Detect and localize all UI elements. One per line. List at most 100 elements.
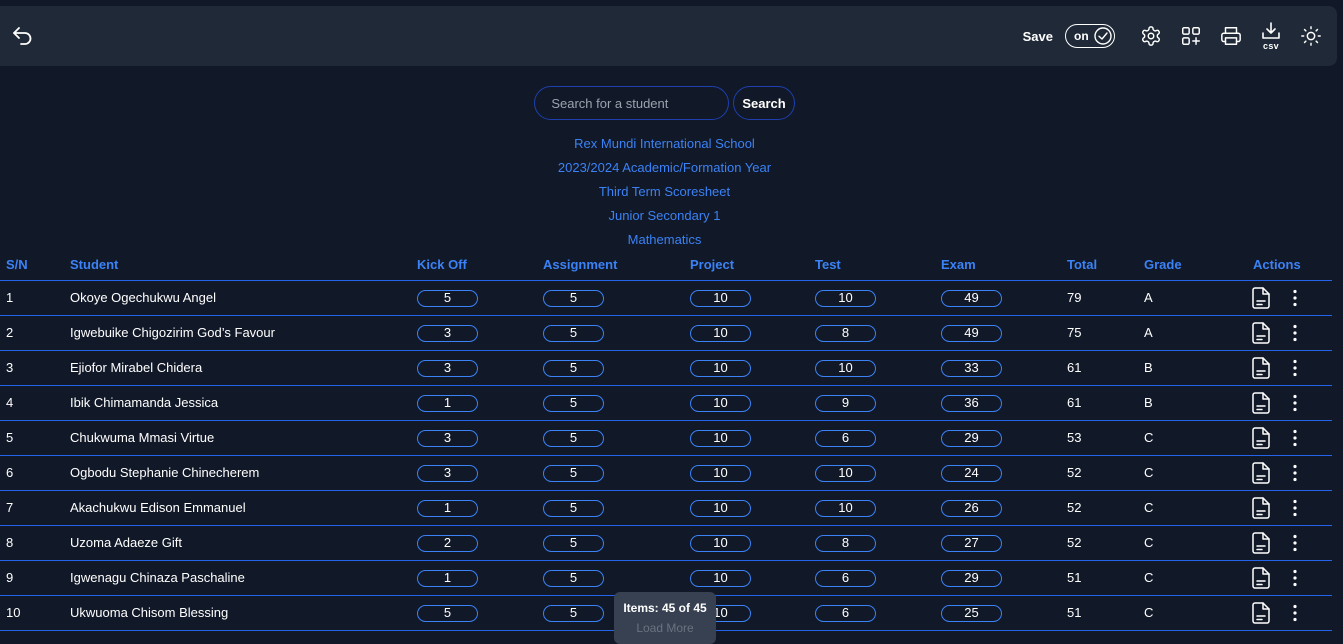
more-vertical-icon[interactable] [1283,601,1307,625]
kick-off-input[interactable]: 1 [417,570,478,587]
sun-icon[interactable] [1299,24,1323,48]
assignment-input[interactable]: 5 [543,290,604,307]
more-vertical-icon[interactable] [1283,461,1307,485]
header-total[interactable]: Total [1067,257,1097,272]
kick-off-input[interactable]: 3 [417,360,478,377]
assignment-input[interactable]: 5 [543,395,604,412]
test-input[interactable]: 6 [815,430,876,447]
kick-off-input[interactable]: 5 [417,290,478,307]
document-icon[interactable] [1249,496,1273,520]
back-icon[interactable] [10,24,34,48]
serial-number: 5 [6,430,14,445]
header-student[interactable]: Student [70,257,118,272]
csv-label: csv [1263,40,1279,51]
project-input[interactable]: 10 [690,395,751,412]
kick-off-input[interactable]: 2 [417,535,478,552]
search-button[interactable]: Search [733,86,795,120]
kick-off-input[interactable]: 1 [417,395,478,412]
scoresheet-table: S/N Student Kick Off Assignment Project … [0,252,1332,631]
more-vertical-icon[interactable] [1283,566,1307,590]
assignment-input[interactable]: 5 [543,535,604,552]
document-icon[interactable] [1249,601,1273,625]
test-input[interactable]: 10 [815,360,876,377]
assignment-input[interactable]: 5 [543,430,604,447]
test-input[interactable]: 6 [815,570,876,587]
header-assignment[interactable]: Assignment [543,257,617,272]
assignment-input[interactable]: 5 [543,500,604,517]
more-vertical-icon[interactable] [1283,426,1307,450]
document-icon[interactable] [1249,356,1273,380]
table-row: 3 Ejiofor Mirabel Chidera 3 5 10 10 33 61 B [0,351,1332,386]
document-icon[interactable] [1249,461,1273,485]
assignment-input[interactable]: 5 [543,605,604,622]
kick-off-input[interactable]: 5 [417,605,478,622]
document-icon[interactable] [1249,286,1273,310]
document-icon[interactable] [1249,531,1273,555]
exam-input[interactable]: 36 [941,395,1002,412]
grid-plus-icon[interactable] [1179,24,1203,48]
document-icon[interactable] [1249,391,1273,415]
test-input[interactable]: 10 [815,465,876,482]
more-vertical-icon[interactable] [1283,286,1307,310]
exam-input[interactable]: 49 [941,290,1002,307]
header-kick-off[interactable]: Kick Off [417,257,467,272]
header-project[interactable]: Project [690,257,734,272]
kick-off-input[interactable]: 1 [417,500,478,517]
exam-input[interactable]: 25 [941,605,1002,622]
assignment-input[interactable]: 5 [543,465,604,482]
test-input[interactable]: 10 [815,500,876,517]
header-test[interactable]: Test [815,257,841,272]
download-icon [1262,21,1280,39]
project-input[interactable]: 10 [690,325,751,342]
gear-icon[interactable] [1139,24,1163,48]
header-sn[interactable]: S/N [6,257,28,272]
header-exam[interactable]: Exam [941,257,976,272]
more-vertical-icon[interactable] [1283,391,1307,415]
assignment-input[interactable]: 5 [543,570,604,587]
exam-input[interactable]: 24 [941,465,1002,482]
test-input[interactable]: 10 [815,290,876,307]
table-row: 2 Igwebuike Chigozirim God’s Favour 3 5 10 8 4… [0,316,1332,351]
document-icon[interactable] [1249,566,1273,590]
project-input[interactable]: 10 [690,290,751,307]
exam-input[interactable]: 29 [941,570,1002,587]
exam-input[interactable]: 33 [941,360,1002,377]
assignment-input[interactable]: 5 [543,360,604,377]
total-score: 52 [1067,535,1082,550]
printer-icon[interactable] [1219,24,1243,48]
project-input[interactable]: 10 [690,360,751,377]
more-vertical-icon[interactable] [1283,321,1307,345]
project-input[interactable]: 10 [690,500,751,517]
serial-number: 10 [6,605,21,620]
assignment-input[interactable]: 5 [543,325,604,342]
student-name: Igwenagu Chinaza Paschaline [70,570,245,585]
test-input[interactable]: 8 [815,535,876,552]
download-csv-button[interactable]: csv [1259,16,1283,56]
document-icon[interactable] [1249,321,1273,345]
exam-input[interactable]: 49 [941,325,1002,342]
autosave-toggle[interactable]: on [1065,24,1115,48]
test-input[interactable]: 9 [815,395,876,412]
kick-off-input[interactable]: 3 [417,325,478,342]
test-input[interactable]: 6 [815,605,876,622]
kick-off-input[interactable]: 3 [417,430,478,447]
document-icon[interactable] [1249,426,1273,450]
more-vertical-icon[interactable] [1283,356,1307,380]
exam-input[interactable]: 27 [941,535,1002,552]
test-input[interactable]: 8 [815,325,876,342]
project-input[interactable]: 10 [690,535,751,552]
pagination-panel: Items: 45 of 45 Load More [614,592,716,644]
search-input[interactable] [534,86,730,120]
student-name: Akachukwu Edison Emmanuel [70,500,246,515]
more-vertical-icon[interactable] [1283,496,1307,520]
project-input[interactable]: 10 [690,430,751,447]
load-more-button[interactable]: Load More [614,621,716,635]
kick-off-input[interactable]: 3 [417,465,478,482]
project-input[interactable]: 10 [690,465,751,482]
term-title: Third Term Scoresheet [598,184,731,199]
exam-input[interactable]: 29 [941,430,1002,447]
project-input[interactable]: 10 [690,570,751,587]
exam-input[interactable]: 26 [941,500,1002,517]
more-vertical-icon[interactable] [1283,531,1307,555]
header-grade[interactable]: Grade [1144,257,1182,272]
